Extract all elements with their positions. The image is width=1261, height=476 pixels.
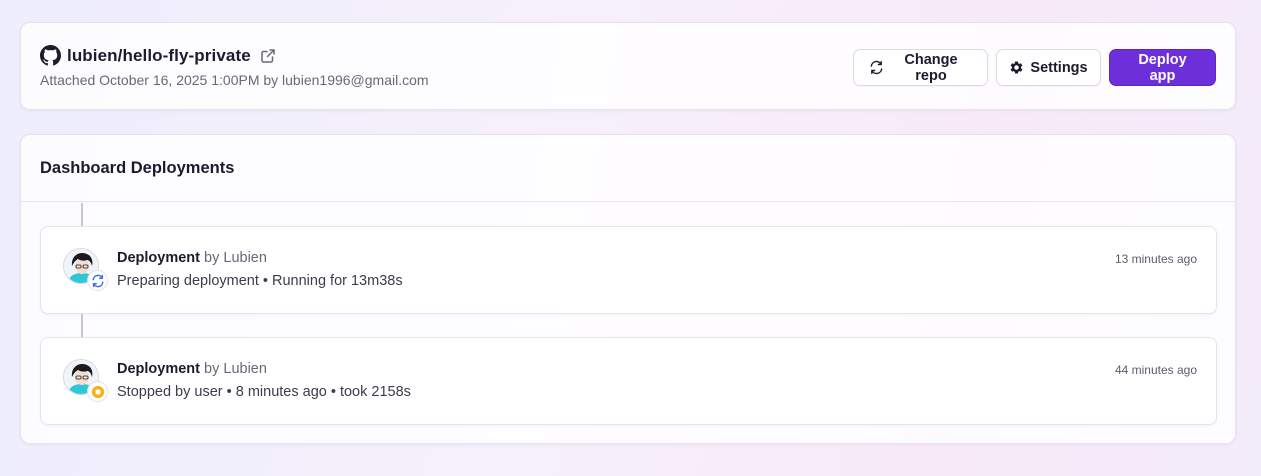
deployment-author: by Lubien (204, 250, 267, 266)
sync-icon (91, 274, 105, 288)
deployment-time: 44 minutes ago (1114, 363, 1197, 377)
deployments-card: Dashboard Deployments Deployment by Lubi… (20, 134, 1236, 444)
deployment-item[interactable]: Deployment by Lubien Preparing deploymen… (40, 226, 1217, 314)
deployments-header: Dashboard Deployments (21, 135, 1235, 202)
deployment-time: 13 minutes ago (1114, 252, 1197, 266)
deployment-author: by Lubien (204, 361, 267, 377)
deployment-label: Deployment (117, 361, 200, 377)
change-repo-button[interactable]: Change repo (853, 49, 988, 86)
deployment-label: Deployment (117, 250, 200, 266)
timeline-connector (81, 203, 83, 226)
deploy-app-button[interactable]: Deploy app (1109, 49, 1216, 86)
status-badge (87, 381, 108, 402)
stop-icon (91, 385, 105, 399)
github-icon (40, 45, 61, 66)
repo-actions: Change repo Settings Deploy app (853, 49, 1216, 86)
settings-button[interactable]: Settings (996, 49, 1101, 86)
repo-title-row: lubien/hello-fly-private (40, 45, 276, 66)
deployments-title: Dashboard Deployments (40, 158, 235, 177)
deployment-status: Stopped by user • 8 minutes ago • took 2… (117, 384, 411, 400)
attached-info: Attached October 16, 2025 1:00PM by lubi… (40, 72, 429, 88)
change-repo-label: Change repo (904, 51, 958, 84)
settings-label: Settings (1030, 59, 1088, 76)
gear-icon (1009, 60, 1024, 75)
repo-card: lubien/hello-fly-private Attached Octobe… (20, 22, 1236, 110)
status-badge (87, 270, 108, 291)
deployment-title-line: Deployment by Lubien (117, 250, 267, 266)
deployment-item[interactable]: Deployment by Lubien Stopped by user • 8… (40, 337, 1217, 425)
refresh-icon (869, 60, 884, 75)
deployment-title-line: Deployment by Lubien (117, 361, 267, 377)
repo-name[interactable]: lubien/hello-fly-private (67, 46, 251, 66)
external-link-icon[interactable] (260, 48, 276, 64)
deployment-status: Preparing deployment • Running for 13m38… (117, 273, 403, 289)
timeline-connector (81, 314, 83, 337)
